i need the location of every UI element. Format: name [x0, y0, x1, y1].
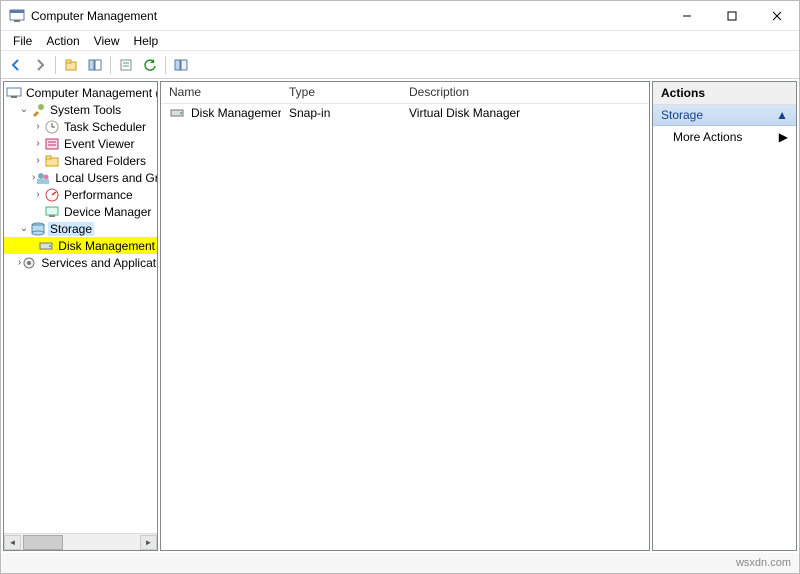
tree-disk-management[interactable]: Disk Management [4, 237, 157, 254]
device-icon [44, 204, 60, 220]
cell-description: Virtual Disk Manager [401, 106, 631, 120]
chevron-right-icon: ▶ [779, 130, 788, 144]
maximize-button[interactable] [709, 1, 754, 30]
tree-local-users[interactable]: › Local Users and Groups [4, 169, 157, 186]
computer-icon [6, 85, 22, 101]
toolbar [1, 51, 799, 79]
chevron-right-icon[interactable]: › [32, 189, 44, 200]
menu-bar: File Action View Help [1, 31, 799, 51]
menu-help[interactable]: Help [128, 32, 165, 50]
chevron-down-icon[interactable]: ⌄ [18, 223, 30, 234]
forward-button[interactable] [29, 54, 51, 76]
actions-title: Actions [653, 82, 796, 105]
properties-button[interactable] [115, 54, 137, 76]
scroll-left-button[interactable]: ◄ [4, 535, 21, 550]
menu-view[interactable]: View [88, 32, 126, 50]
tree-event-viewer[interactable]: › Event Viewer [4, 135, 157, 152]
app-icon [9, 8, 25, 24]
col-name[interactable]: Name [161, 82, 281, 103]
show-hide-tree-button[interactable] [84, 54, 106, 76]
title-bar: Computer Management [1, 1, 799, 31]
list-row[interactable]: Disk Management(Lo... Snap-in Virtual Di… [161, 104, 649, 122]
services-icon [21, 255, 37, 271]
list-header: Name Type Description [161, 82, 649, 104]
tree-services-apps[interactable]: › Services and Applications [4, 254, 157, 271]
chevron-right-icon[interactable]: › [32, 121, 44, 132]
tree-performance[interactable]: › Performance [4, 186, 157, 203]
col-type[interactable]: Type [281, 82, 401, 103]
collapse-icon: ▲ [776, 108, 788, 122]
close-button[interactable] [754, 1, 799, 30]
actions-pane: Actions Storage ▲ More Actions ▶ [652, 81, 797, 551]
tree-shared-folders[interactable]: › Shared Folders [4, 152, 157, 169]
watermark: wsxdn.com [736, 557, 791, 569]
content-area: Computer Management (Local ⌄ System Tool… [1, 79, 799, 553]
back-button[interactable] [5, 54, 27, 76]
folder-share-icon [44, 153, 60, 169]
disk-icon [169, 105, 185, 121]
console-tree[interactable]: Computer Management (Local ⌄ System Tool… [4, 82, 157, 533]
footer: wsxdn.com [1, 553, 799, 573]
actions-section-storage[interactable]: Storage ▲ [653, 105, 796, 126]
tree-system-tools[interactable]: ⌄ System Tools [4, 101, 157, 118]
help-button[interactable] [170, 54, 192, 76]
tree-task-scheduler[interactable]: › Task Scheduler [4, 118, 157, 135]
chevron-down-icon[interactable]: ⌄ [18, 104, 30, 115]
window-title: Computer Management [31, 9, 157, 23]
disk-icon [38, 238, 54, 254]
tree-root[interactable]: Computer Management (Local [4, 84, 157, 101]
cell-name: Disk Management(Lo... [161, 105, 281, 121]
tree-pane: Computer Management (Local ⌄ System Tool… [3, 81, 158, 551]
actions-more[interactable]: More Actions ▶ [653, 126, 796, 148]
users-icon [35, 170, 51, 186]
tree-storage[interactable]: ⌄ Storage [4, 220, 157, 237]
cell-type: Snap-in [281, 106, 401, 120]
menu-action[interactable]: Action [40, 32, 85, 50]
menu-file[interactable]: File [7, 32, 38, 50]
performance-icon [44, 187, 60, 203]
tree-device-manager[interactable]: Device Manager [4, 203, 157, 220]
window-controls [664, 1, 799, 30]
event-icon [44, 136, 60, 152]
list-body[interactable]: Disk Management(Lo... Snap-in Virtual Di… [161, 104, 649, 550]
refresh-button[interactable] [139, 54, 161, 76]
horizontal-scrollbar[interactable]: ◄ ► [4, 533, 157, 550]
storage-icon [30, 221, 46, 237]
list-pane: Name Type Description Disk Management(Lo… [160, 81, 650, 551]
scroll-right-button[interactable]: ► [140, 535, 157, 550]
minimize-button[interactable] [664, 1, 709, 30]
chevron-right-icon[interactable]: › [32, 155, 44, 166]
computer-management-window: Computer Management File Action View Hel… [0, 0, 800, 574]
chevron-right-icon[interactable]: › [32, 138, 44, 149]
tools-icon [30, 102, 46, 118]
clock-icon [44, 119, 60, 135]
col-description[interactable]: Description [401, 82, 631, 103]
up-button[interactable] [60, 54, 82, 76]
scroll-thumb[interactable] [23, 535, 63, 550]
